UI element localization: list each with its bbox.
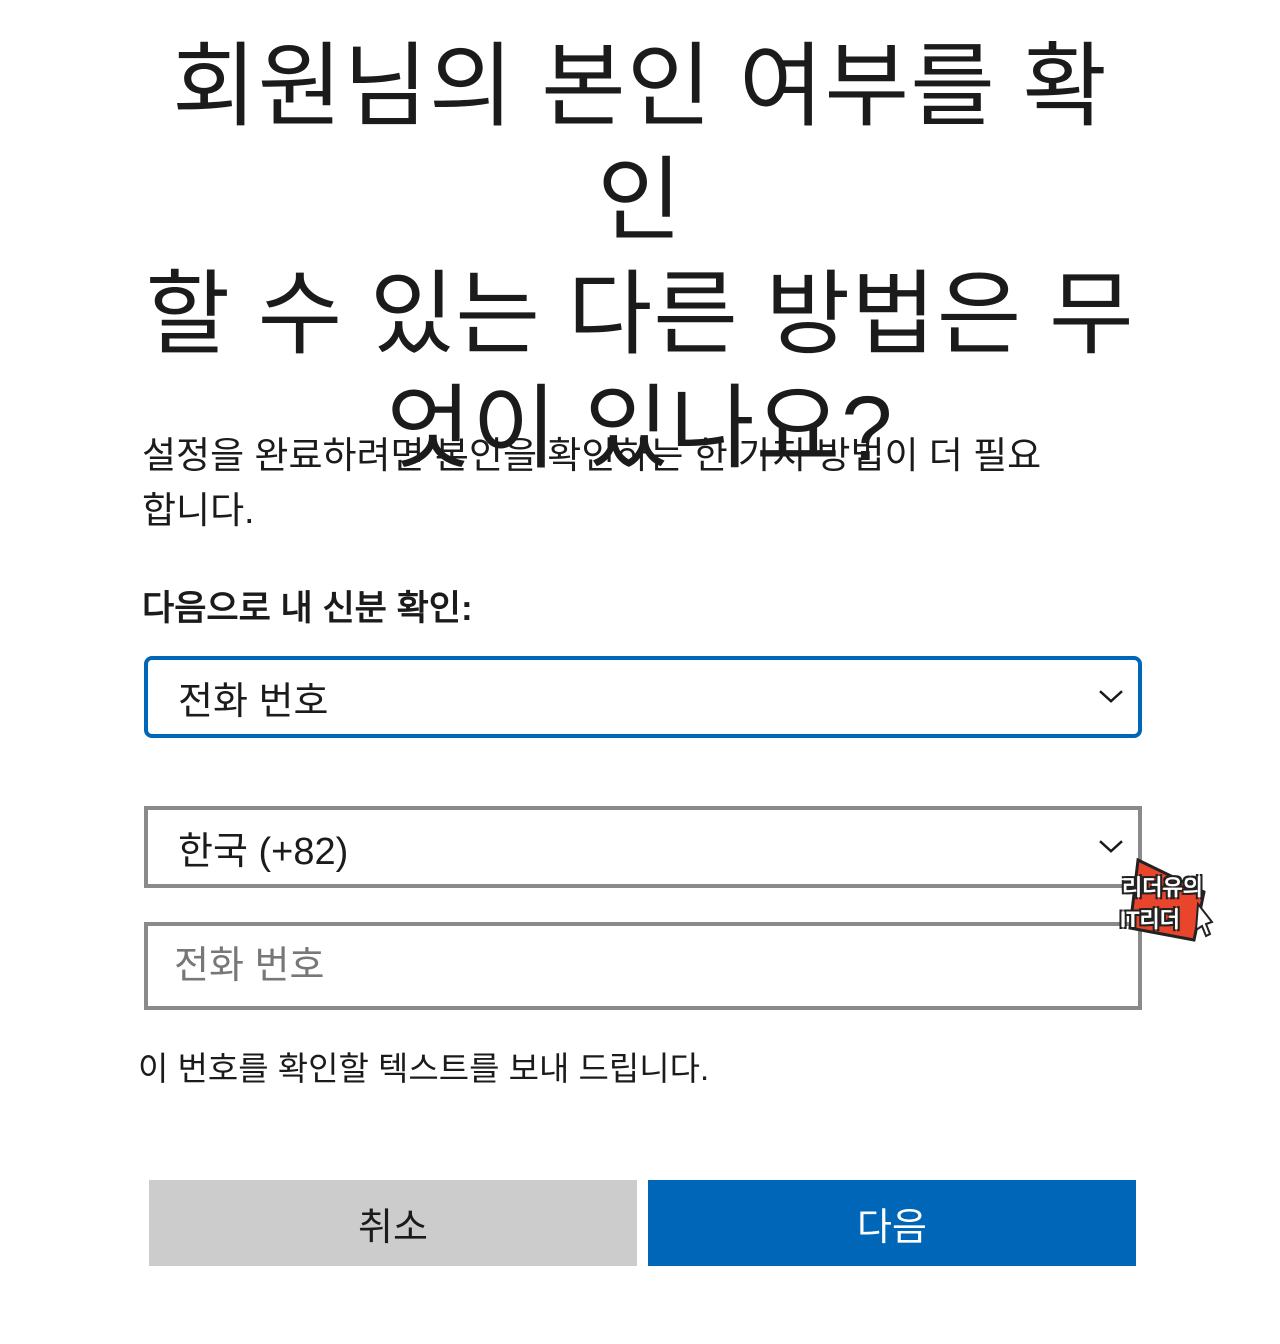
description-line-2: 합니다. xyxy=(142,490,255,531)
sms-hint-text: 이 번호를 확인할 텍스트를 보내 드립니다. xyxy=(138,1050,710,1087)
watermark-logo: 리더유의 IT리더 xyxy=(1116,856,1220,942)
description: 설정을 완료하려면 본인을 확인하는 한 가지 방법이 더 필요 합니다. xyxy=(142,428,1142,538)
page-title: 회원님의 본인 여부를 확인 할 수 있는 다른 방법은 무 엇이 있나요? xyxy=(140,30,1140,486)
verify-method-label: 다음으로 내 신분 확인: xyxy=(142,589,473,628)
phone-number-field[interactable] xyxy=(144,922,1142,1010)
watermark-line-1: 리더유의 xyxy=(1122,875,1203,900)
chevron-down-icon xyxy=(1099,840,1123,853)
description-line-1: 설정을 완료하려면 본인을 확인하는 한 가지 방법이 더 필요 xyxy=(142,435,1042,476)
chevron-down-icon xyxy=(1099,690,1123,703)
verify-method-value: 전화 번호 xyxy=(178,680,329,723)
country-code-value: 한국 (+82) xyxy=(178,830,349,873)
verify-method-select[interactable]: 전화 번호 xyxy=(144,656,1142,738)
verification-page: 회원님의 본인 여부를 확인 할 수 있는 다른 방법은 무 엇이 있나요? 설… xyxy=(0,0,1280,1344)
page-title-line-2: 할 수 있는 다른 방법은 무 xyxy=(145,264,1135,366)
phone-number-input[interactable] xyxy=(174,944,1138,988)
country-code-select[interactable]: 한국 (+82) xyxy=(144,806,1142,888)
next-button[interactable]: 다음 xyxy=(648,1180,1136,1266)
cancel-button[interactable]: 취소 xyxy=(149,1180,637,1266)
watermark-line-2: IT리더 xyxy=(1120,907,1181,932)
page-title-line-1: 회원님의 본인 여부를 확인 xyxy=(171,36,1109,252)
